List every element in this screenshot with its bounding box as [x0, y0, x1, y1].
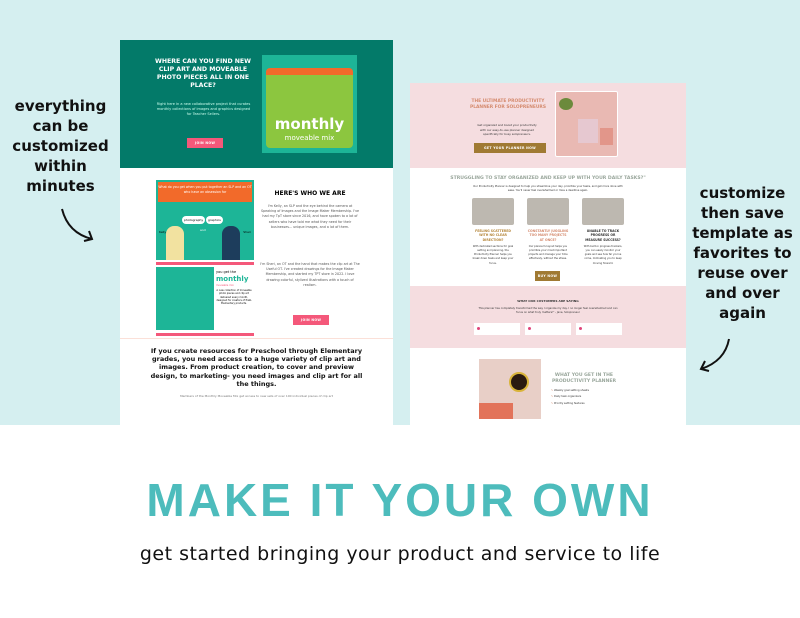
- testimonials-title: WHAT OUR CUSTOMERS ARE SAYING: [517, 299, 579, 303]
- get-planner-button[interactable]: GET YOUR PLANNER NOW: [474, 143, 546, 153]
- left-annotation: everything can be customized within minu…: [12, 97, 109, 195]
- join-now-button[interactable]: JOIN NOW: [187, 138, 224, 148]
- testimonial-card: [576, 322, 622, 335]
- divider: [156, 333, 254, 336]
- hero-section: THE ULTIMATE PRODUCTIVITY PLANNER FOR SO…: [410, 83, 686, 168]
- bio-sheri: I'm Sheri, an OT and the hand that makes…: [260, 262, 360, 287]
- audience-title: If you create resources for Preschool th…: [150, 347, 363, 388]
- struggle-title: STRUGGLING TO STAY ORGANIZED AND KEEP UP…: [450, 176, 646, 181]
- hero-text: Get organized and boost your productivit…: [477, 123, 537, 136]
- testimonials-section: WHAT OUR CUSTOMERS ARE SAYING This plann…: [410, 286, 686, 348]
- buy-now-button[interactable]: BUY NOW: [535, 271, 560, 281]
- pain-point: UNABLE TO TRACK PROGRESS OR MEASURE SUCC…: [582, 198, 624, 266]
- audience-text: Members of the Monthly Moveable Mix get …: [180, 394, 333, 399]
- hero-section: WHERE CAN YOU FIND NEW CLIP ART AND MOVE…: [120, 40, 393, 168]
- promo-image: What do you get when you put together an…: [156, 180, 254, 260]
- pain-point: CONSTANTLY JUGGLING TOO MANY PROJECTS AT…: [527, 198, 569, 266]
- hero-title: WHERE CAN YOU FIND NEW CLIP ART AND MOVE…: [155, 58, 251, 89]
- testimonial-quote: This planner has completely transformed …: [478, 307, 618, 315]
- divider: [156, 262, 254, 265]
- hero-title: THE ULTIMATE PRODUCTIVITY PLANNER FOR SO…: [470, 99, 546, 110]
- features-title: WHAT YOU GET IN THE PRODUCTIVITY PLANNER: [551, 373, 617, 384]
- arrow-icon: [61, 208, 94, 242]
- monthly-moveable-mix-logo: monthly moveable mix: [262, 55, 357, 153]
- coffee-image: [479, 359, 541, 419]
- audience-section: If you create resources for Preschool th…: [120, 338, 393, 406]
- struggle-text: Our Productivity Planner is designed to …: [473, 184, 623, 192]
- testimonial-card: [525, 322, 571, 335]
- clip-art-template-preview[interactable]: WHERE CAN YOU FIND NEW CLIP ART AND MOVE…: [120, 40, 393, 425]
- planner-image: [555, 91, 618, 157]
- features-list: Weekly goal setting sheets Daily task or…: [551, 388, 589, 407]
- testimonial-card: [474, 322, 520, 335]
- subheadline: get started bringing your product and se…: [139, 543, 661, 565]
- right-annotation: customize then save template as favorite…: [692, 184, 793, 322]
- hero-text: Right here in a new collaborative projec…: [156, 102, 251, 116]
- pain-point: FEELING SCATTERED WITH NO CLEAR DIRECTIO…: [472, 198, 514, 266]
- promo-collage: you get the monthly moveable mix A new c…: [156, 267, 254, 332]
- who-title: HERE'S WHO WE ARE: [274, 190, 346, 197]
- join-now-button[interactable]: JOIN NOW: [293, 315, 330, 325]
- bio-kelly: I'm Kelly, an SLP and the eye behind the…: [260, 204, 360, 229]
- features-section: WHAT YOU GET IN THE PRODUCTIVITY PLANNER…: [410, 348, 686, 425]
- arrow-icon: [699, 338, 730, 372]
- productivity-planner-template-preview[interactable]: THE ULTIMATE PRODUCTIVITY PLANNER FOR SO…: [410, 83, 686, 425]
- headline: MAKE IT YOUR OWN: [146, 474, 654, 526]
- who-section: What do you get when you put together an…: [120, 168, 393, 338]
- struggle-section: STRUGGLING TO STAY ORGANIZED AND KEEP UP…: [410, 168, 686, 286]
